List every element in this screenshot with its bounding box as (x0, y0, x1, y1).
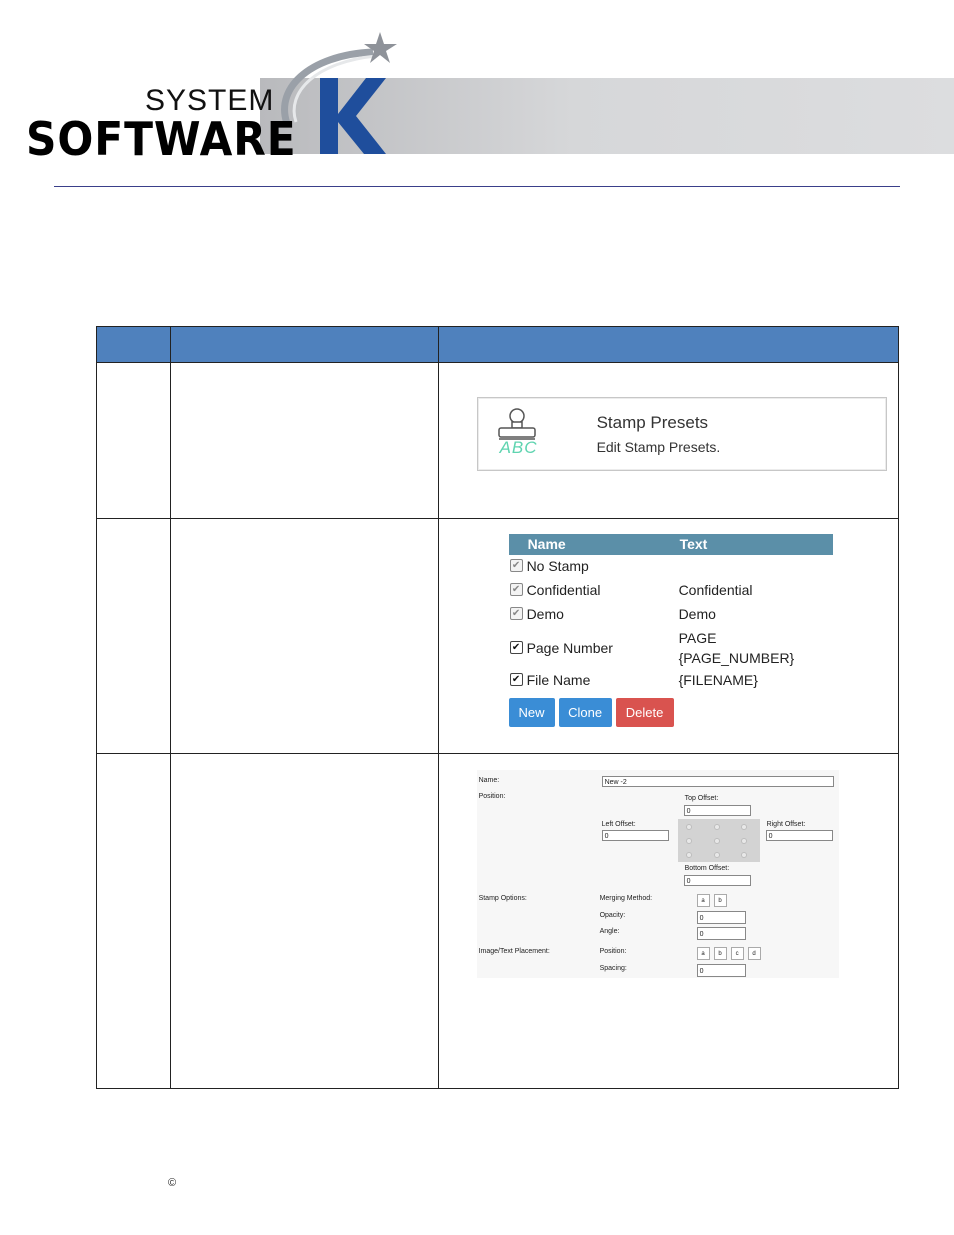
name-label: Name: (478, 777, 500, 784)
list-item[interactable]: ✔ File Name {FILENAME} (509, 669, 833, 693)
position-dot[interactable] (740, 838, 747, 844)
right-offset-input[interactable]: 0 (765, 830, 833, 841)
list-item[interactable]: ✔ Confidential Confidential (509, 579, 833, 603)
list-item[interactable]: ✔ Demo Demo (509, 603, 833, 627)
placement-label: Image/Text Placement: (478, 948, 550, 955)
spacing-input[interactable]: 0 (696, 964, 746, 977)
position-dot[interactable] (740, 852, 747, 858)
header-step (96, 326, 171, 363)
opacity-label: Opacity: (599, 912, 626, 919)
stamp-icon-text: ABC (499, 438, 538, 457)
steps-table: ABC Stamp Presets Edit Stamp Presets. Na… (96, 326, 900, 1089)
preset-name: Page Number (526, 640, 613, 656)
bottom-offset-input[interactable]: 0 (683, 875, 751, 886)
list-item[interactable]: ✔ No Stamp (509, 555, 833, 579)
placement-option[interactable]: c (730, 947, 744, 960)
action-cell (169, 753, 439, 1089)
header-divider (54, 186, 900, 187)
delete-button[interactable]: Delete (615, 698, 674, 727)
position-dot[interactable] (740, 824, 747, 830)
left-offset-input[interactable]: 0 (601, 830, 669, 841)
position-dot[interactable] (713, 824, 720, 830)
preset-name: Confidential (526, 582, 601, 598)
table-header-row (96, 326, 900, 363)
table-row: Name Text ✔ No Stamp ✔ Confidential Conf… (96, 518, 900, 754)
angle-label: Angle: (599, 928, 620, 935)
checkbox[interactable]: ✔ (509, 583, 523, 596)
col-name-header: Name (527, 536, 566, 552)
table-row: Name: New -2 Position: Top Offset: 0 Lef… (96, 753, 900, 1089)
merging-method-label: Merging Method: (599, 895, 653, 902)
preset-name: No Stamp (526, 558, 589, 574)
position-dot[interactable] (685, 852, 692, 858)
checkbox[interactable]: ✔ (509, 673, 523, 686)
header-banner: SYSTEM SOFTWARE (0, 0, 954, 166)
clone-button[interactable]: Clone (558, 698, 612, 727)
col-text-header: Text (679, 536, 708, 552)
position-dot[interactable] (713, 852, 720, 858)
action-cell (169, 518, 439, 754)
preset-text: Demo (678, 606, 716, 622)
placement-option[interactable]: d (747, 947, 761, 960)
step-cell (96, 753, 171, 1089)
checkbox[interactable]: ✔ (509, 559, 523, 572)
position-dot[interactable] (713, 838, 720, 844)
checkbox[interactable]: ✔ (509, 607, 523, 620)
step-cell (96, 362, 171, 519)
position-dot[interactable] (685, 838, 692, 844)
angle-input[interactable]: 0 (696, 927, 746, 940)
result-cell: Name: New -2 Position: Top Offset: 0 Lef… (437, 753, 900, 1089)
new-button[interactable]: New (508, 698, 555, 727)
tile-title: Stamp Presets (596, 413, 709, 432)
position-dot[interactable] (685, 824, 692, 830)
list-header: Name Text (508, 534, 833, 555)
step-cell (96, 518, 171, 754)
header-action (169, 326, 439, 363)
preset-name: File Name (526, 672, 591, 688)
preset-name: Demo (526, 606, 564, 622)
top-offset-label: Top Offset: (684, 795, 719, 802)
copyright-symbol: © (168, 1177, 177, 1189)
header-result (437, 326, 900, 363)
preset-text-line2: {PAGE_NUMBER} (678, 650, 795, 666)
spacing-label: Spacing: (599, 965, 627, 972)
stamp-options-label: Stamp Options: (478, 895, 527, 902)
top-offset-input[interactable]: 0 (683, 805, 751, 816)
preset-text: {FILENAME} (678, 672, 758, 688)
placement-position-label: Position: (599, 948, 627, 955)
position-grid[interactable] (677, 819, 760, 862)
placement-option[interactable]: b (713, 947, 727, 960)
list-item[interactable]: ✔ Page Number PAGE {PAGE_NUMBER} (509, 627, 833, 669)
preset-text: Confidential (678, 582, 753, 598)
left-offset-label: Left Offset: (601, 821, 636, 828)
action-cell (169, 362, 439, 519)
opacity-input[interactable]: 0 (696, 911, 746, 924)
stamp-presets-tile[interactable]: ABC Stamp Presets Edit Stamp Presets. (476, 397, 887, 471)
right-offset-label: Right Offset: (766, 821, 806, 828)
result-cell: ABC Stamp Presets Edit Stamp Presets. (437, 362, 900, 519)
tile-subtitle: Edit Stamp Presets. (596, 439, 721, 455)
result-cell: Name Text ✔ No Stamp ✔ Confidential Conf… (437, 518, 900, 754)
merging-option[interactable]: b (713, 894, 727, 907)
merging-option[interactable]: a (696, 894, 710, 907)
preset-text-line1: PAGE (678, 630, 717, 646)
placement-option[interactable]: a (696, 947, 710, 960)
logo-software-text: SOFTWARE (26, 112, 297, 166)
position-label: Position: (478, 793, 506, 800)
stamp-edit-form: Name: New -2 Position: Top Offset: 0 Lef… (476, 770, 839, 978)
name-input[interactable]: New -2 (601, 776, 834, 787)
bottom-offset-label: Bottom Offset: (684, 865, 730, 872)
presets-list: Name Text ✔ No Stamp ✔ Confidential Conf… (508, 534, 833, 693)
checkbox[interactable]: ✔ (509, 641, 523, 654)
table-row: ABC Stamp Presets Edit Stamp Presets. (96, 362, 900, 519)
